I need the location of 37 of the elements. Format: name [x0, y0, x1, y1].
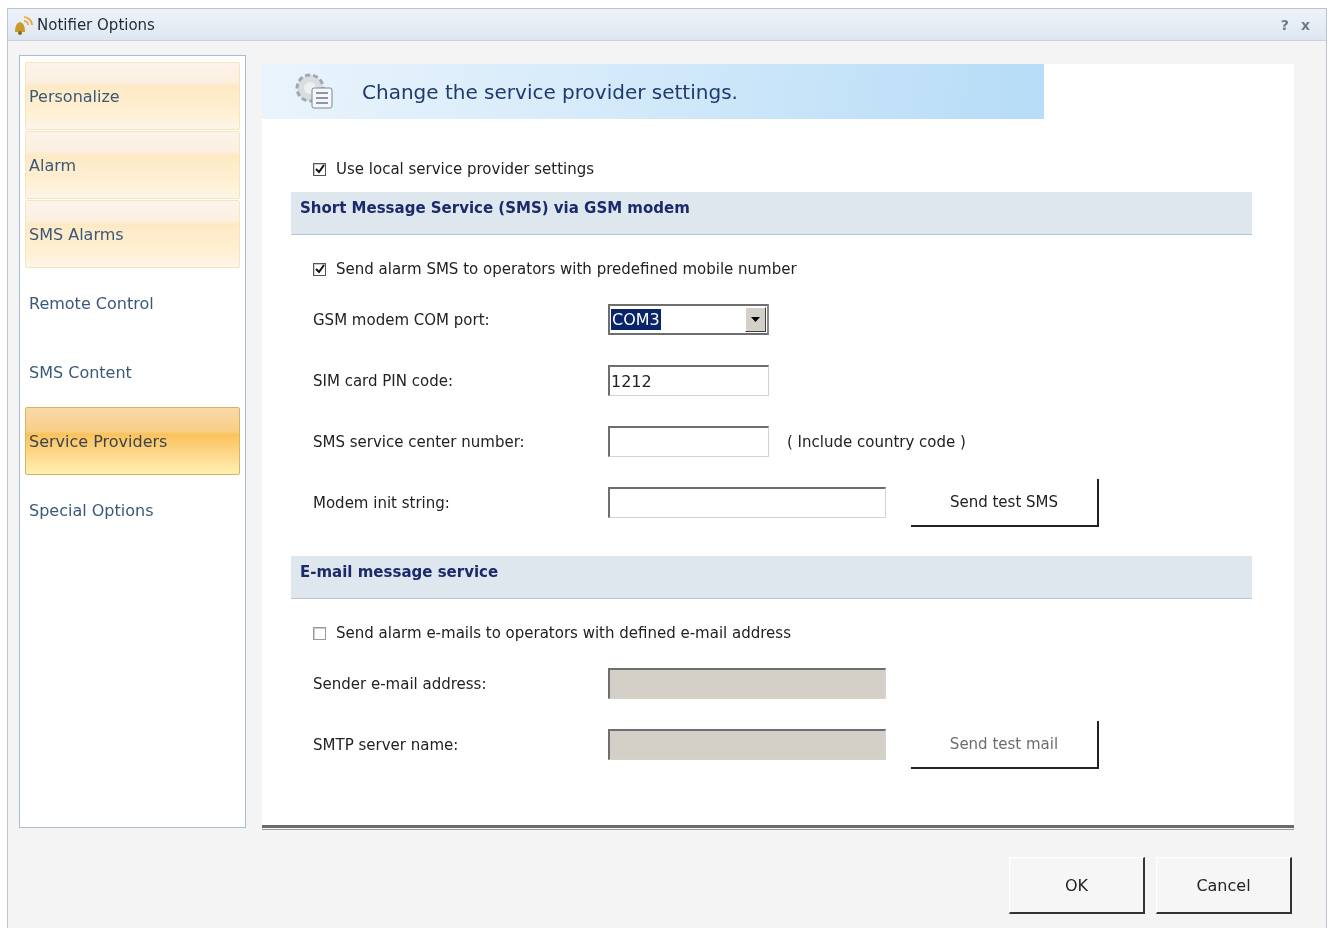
section-title: Short Message Service (SMS) via GSM modem: [300, 199, 690, 217]
checkbox[interactable]: [313, 262, 326, 276]
checkbox-label: Send alarm SMS to operators with predefined mobile number: [336, 260, 797, 278]
close-button[interactable]: x: [1294, 16, 1316, 33]
checkbox[interactable]: [313, 626, 326, 640]
sidebar-item[interactable]: Remote Control: [25, 269, 240, 337]
section-title: E-mail message service: [300, 563, 499, 581]
input-field[interactable]: [608, 426, 769, 457]
checkmark-icon: [314, 164, 325, 174]
field-label: SMS service center number:: [313, 432, 526, 451]
checkmark-icon: [314, 264, 325, 274]
sidebar-item[interactable]: Service Providers: [25, 407, 240, 475]
cancel-button[interactable]: Cancel: [1156, 857, 1292, 914]
field-label: Sender e-mail address:: [313, 674, 488, 693]
gear-document-icon: [294, 71, 336, 112]
field-label: SIM card PIN code:: [313, 371, 454, 390]
window-title: Notifier Options: [37, 15, 156, 34]
sidebar-item[interactable]: SMS Content: [25, 338, 240, 406]
sidebar-item[interactable]: Alarm: [25, 131, 240, 199]
sidebar-item[interactable]: Personalize: [25, 62, 240, 130]
help-button[interactable]: ?: [1274, 16, 1295, 33]
checkbox-label: Send alarm e-mails to operators with defined e-mail address: [336, 624, 791, 642]
ok-button[interactable]: OK: [1009, 857, 1145, 914]
field-label: GSM modem COM port:: [313, 310, 491, 329]
field-label: Modem init string:: [313, 493, 451, 512]
send-test-button[interactable]: Send test SMS: [911, 478, 1099, 527]
input-field[interactable]: 1212: [608, 365, 769, 396]
sidebar-item[interactable]: SMS Alarms: [25, 200, 240, 268]
sidebar-item[interactable]: Special Options: [25, 476, 240, 544]
header-title: Change the service provider settings.: [362, 79, 738, 104]
field-label: SMTP server name:: [313, 735, 460, 754]
checkbox[interactable]: [313, 162, 326, 176]
input-field[interactable]: [608, 487, 886, 518]
checkbox-label: Use local service provider settings: [336, 160, 595, 178]
field-hint: ( Include country code ): [787, 432, 966, 451]
port-dropdown[interactable]: COM3: [608, 304, 769, 335]
caret-icon: [751, 317, 760, 322]
